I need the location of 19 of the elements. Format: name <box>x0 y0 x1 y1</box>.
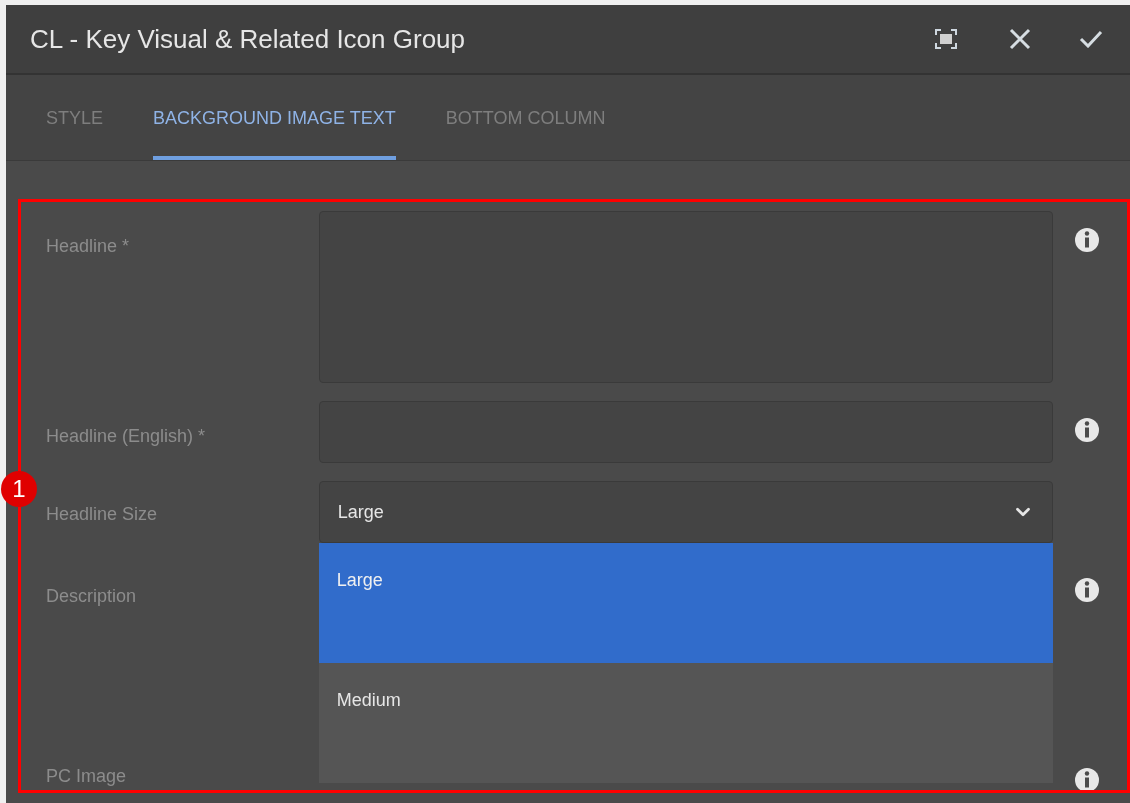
info-icon[interactable] <box>1073 767 1100 793</box>
field-label: Description <box>46 585 138 608</box>
tab[interactable]: STYLE <box>46 80 104 160</box>
field-label: PC Image <box>46 765 128 788</box>
tab[interactable]: BACKGROUND IMAGE TEXT <box>153 80 396 160</box>
fullscreen-icon <box>935 29 957 49</box>
dropdown-option[interactable]: Large <box>318 543 1054 663</box>
tab[interactable]: BOTTOM COLUMN <box>445 80 606 160</box>
info-icon[interactable] <box>1073 227 1100 253</box>
close-icon <box>1009 28 1031 50</box>
dropdown-select[interactable]: Large <box>318 481 1054 543</box>
annotation-badge: 1 <box>1 471 37 507</box>
dialog-title: CL - Key Visual & Related Icon Group <box>30 22 466 56</box>
info-icon[interactable] <box>1073 417 1100 443</box>
field-label: Headline (English) * <box>46 425 207 448</box>
check-icon <box>1079 30 1103 48</box>
field-label: Headline Size <box>46 503 159 526</box>
info-icon[interactable] <box>1073 577 1100 603</box>
field-label: Headline * <box>46 235 131 258</box>
